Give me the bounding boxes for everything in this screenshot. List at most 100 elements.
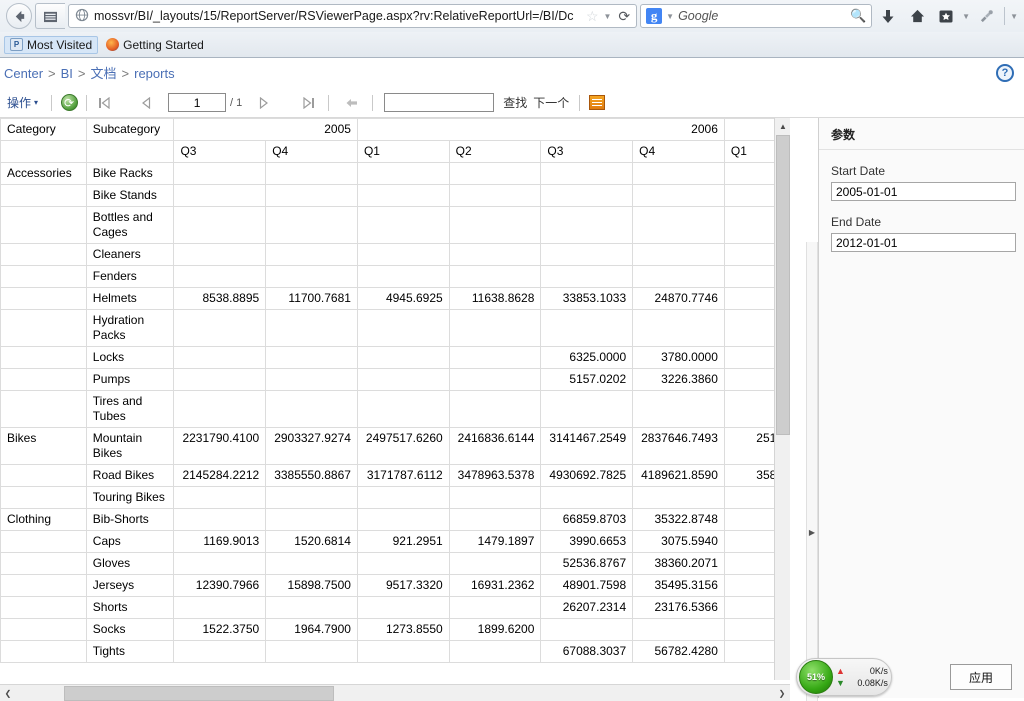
cell-value	[356, 596, 450, 619]
table-row: Touring Bikes	[0, 486, 790, 509]
cell-value	[173, 243, 267, 266]
cell-value: 3478963.5378	[448, 464, 542, 487]
cell-value: 24870.7746	[632, 287, 725, 310]
speed-readouts: ▲ 0K/s ▼ 0.08K/s	[833, 665, 888, 689]
find-next-label[interactable]: 下一个	[530, 94, 572, 111]
bookmarks-menu-icon[interactable]	[933, 3, 959, 29]
search-bar[interactable]: g ▼ Google 🔍	[640, 4, 873, 28]
next-page-icon[interactable]	[254, 93, 274, 113]
home-icon[interactable]	[904, 3, 930, 29]
page-header: Center > BI > 文档 > reports ?	[0, 58, 1024, 88]
cell-subcategory: Helmets	[85, 287, 175, 310]
cell-value: 1273.8550	[356, 618, 450, 641]
breadcrumb-item-center[interactable]: Center	[4, 66, 43, 81]
downloads-icon[interactable]	[875, 3, 901, 29]
bookmarks-glyph	[939, 10, 953, 22]
help-icon[interactable]: ?	[996, 63, 1014, 82]
bookmarks-chevron-icon[interactable]: ▼	[962, 12, 970, 21]
back-arrow-icon[interactable]	[6, 3, 32, 29]
cell-subcategory: Hydration Packs	[85, 309, 175, 347]
plugin-icon[interactable]	[973, 3, 999, 29]
cell-category	[0, 486, 87, 509]
horizontal-scroll-thumb[interactable]	[64, 685, 334, 701]
cell-value: 11638.8628	[448, 287, 542, 310]
cell-value	[265, 206, 358, 244]
url-bar[interactable]: mossvr/BI/_layouts/15/ReportServer/RSVie…	[68, 4, 638, 28]
refresh-icon[interactable]	[59, 93, 79, 113]
start-date-input[interactable]	[831, 182, 1016, 201]
breadcrumb-item-bi[interactable]: BI	[61, 66, 73, 81]
cell-value	[265, 552, 358, 575]
last-page-icon[interactable]	[298, 93, 318, 113]
table-row: Jerseys 12390.7966 15898.7500 9517.3320 1693…	[0, 574, 790, 597]
next-page-glyph	[260, 96, 269, 109]
breadcrumb-item-documents[interactable]: 文档	[91, 63, 117, 82]
cell-value	[540, 618, 634, 641]
cell-value: 4945.6925	[356, 287, 450, 310]
cell-value: 1522.3750	[173, 618, 267, 641]
vertical-scroll-thumb[interactable]	[776, 135, 790, 435]
actions-chevron-down-icon[interactable]: ▾	[34, 98, 44, 107]
cell-value	[356, 552, 450, 575]
find-label[interactable]: 查找	[500, 94, 530, 111]
report-horizontal-scrollbar[interactable]: ❮ ❯	[0, 684, 790, 701]
cell-value	[632, 162, 725, 185]
back-to-parent-report-icon[interactable]	[342, 93, 362, 113]
cell-value	[448, 206, 542, 244]
breadcrumb-item-reports[interactable]: reports	[134, 66, 174, 81]
cell-value	[448, 265, 542, 288]
table-row: ClothingBib-Shorts 66859.870335322.87482	[0, 508, 790, 531]
cell-value: 52536.8767	[540, 552, 634, 575]
overflow-chevron-icon[interactable]: ▼	[1010, 12, 1018, 21]
browser-chrome: mossvr/BI/_layouts/15/ReportServer/RSVie…	[0, 0, 1024, 58]
history-icon[interactable]	[35, 3, 65, 29]
scroll-left-arrow-icon[interactable]: ❮	[0, 685, 16, 701]
cell-subcategory: Bike Stands	[85, 184, 175, 207]
table-row: Bike Stands	[0, 184, 790, 207]
table-row: Socks 1522.3750 1964.7900 1273.8550 1899.620…	[0, 618, 790, 641]
cell-value	[265, 596, 358, 619]
cell-value	[173, 552, 267, 575]
search-icon[interactable]: 🔍	[850, 8, 866, 24]
cell-value	[448, 390, 542, 428]
cell-value	[356, 346, 450, 369]
cell-value	[265, 243, 358, 266]
export-icon[interactable]	[587, 93, 607, 113]
table-row: Fenders	[0, 265, 790, 288]
actions-menu-label[interactable]: 操作	[4, 94, 34, 111]
end-date-input[interactable]	[831, 233, 1016, 252]
header-subcategory: Subcategory	[85, 118, 175, 141]
scroll-up-arrow-icon[interactable]: ▲	[775, 118, 790, 134]
cell-category	[0, 368, 87, 391]
cell-value	[356, 206, 450, 244]
header-quarter: Q3	[540, 140, 634, 163]
parameters-collapse-handle[interactable]: ▶	[806, 242, 818, 701]
report-viewer-toolbar: 操作 ▾ / 1 查找 下一个	[0, 88, 1024, 118]
page-number-input[interactable]	[168, 93, 227, 112]
find-input[interactable]	[384, 93, 495, 112]
parameters-panel: 参数 Start Date End Date 应用	[818, 118, 1024, 698]
previous-page-icon[interactable]	[136, 93, 156, 113]
first-page-icon[interactable]	[94, 93, 114, 113]
network-speed-widget[interactable]: 51% ▲ 0K/s ▼ 0.08K/s	[796, 658, 892, 696]
search-input[interactable]: Google	[678, 9, 846, 23]
cell-value: 3385550.8867	[265, 464, 358, 487]
cell-value	[265, 390, 358, 428]
table-row: Caps 1169.9013 1520.6814 921.2951 1479.1897 3…	[0, 530, 790, 553]
scroll-right-arrow-icon[interactable]: ❯	[774, 685, 790, 701]
apply-button[interactable]: 应用	[950, 664, 1012, 690]
cell-value	[448, 243, 542, 266]
history-glyph	[44, 11, 57, 22]
bookmark-star-icon[interactable]: ☆	[586, 8, 599, 25]
upload-speed-row: ▲ 0K/s	[836, 665, 888, 677]
reload-icon[interactable]: ⟳	[616, 8, 632, 25]
toolbar-divider	[51, 94, 53, 111]
horizontal-scroll-track[interactable]	[16, 685, 774, 701]
bookmark-getting-started[interactable]: Getting Started	[100, 36, 210, 54]
search-engine-chevron-icon[interactable]: ▼	[666, 12, 674, 21]
report-vertical-scrollbar[interactable]: ▲	[774, 118, 790, 680]
cell-category	[0, 574, 87, 597]
chevron-down-icon[interactable]: ▼	[604, 12, 612, 21]
table-row: Tights 67088.303756782.42802	[0, 640, 790, 663]
bookmark-most-visited[interactable]: P Most Visited	[4, 35, 99, 54]
